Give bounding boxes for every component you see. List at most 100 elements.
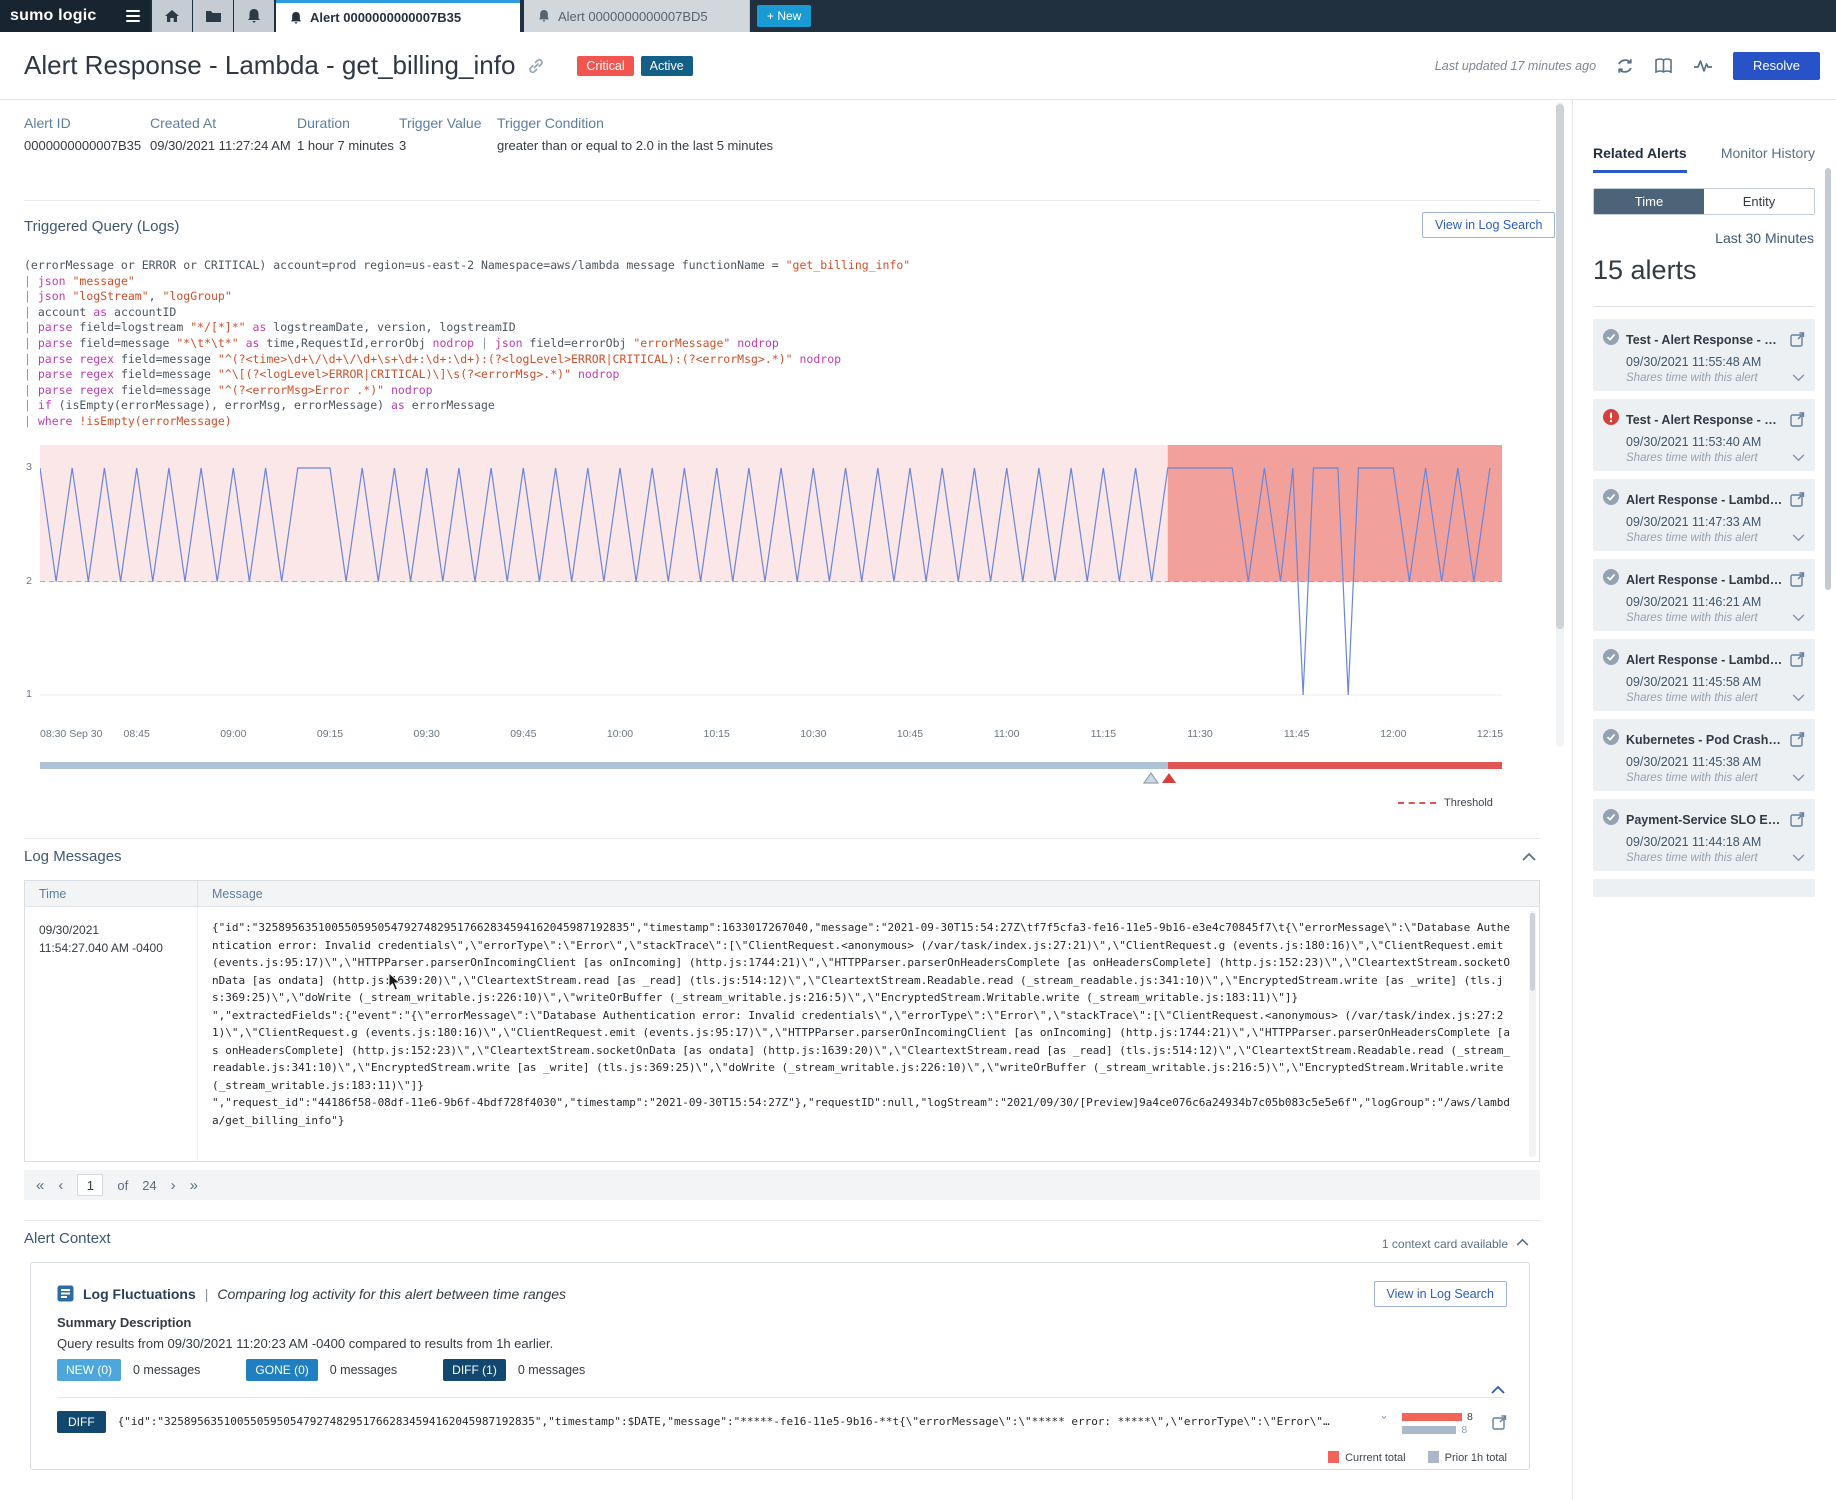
mouse-cursor xyxy=(388,972,401,991)
open-alert-icon[interactable] xyxy=(1790,732,1805,747)
time-range-slider[interactable] xyxy=(40,762,1502,769)
tab-monitor-history[interactable]: Monitor History xyxy=(1721,145,1815,173)
diff-bar-chart: 8 8 xyxy=(1402,1411,1480,1437)
pagination-bar: « ‹ 1 of 24 › » xyxy=(24,1170,1540,1200)
related-alert-note: Shares time with this alert xyxy=(1626,612,1792,624)
related-alert-note: Shares time with this alert xyxy=(1626,452,1792,464)
log-message-part: ","request_id":"44186f58-08df-11e6-9b6f-… xyxy=(212,1094,1515,1129)
related-alert-card-partial[interactable] xyxy=(1593,879,1815,897)
notifications-button[interactable] xyxy=(234,0,274,32)
tab-alert-7bd5[interactable]: Alert 0000000000007BD5 xyxy=(524,0,750,32)
export-diff-icon[interactable] xyxy=(1492,1415,1507,1430)
open-alert-icon[interactable] xyxy=(1790,812,1805,827)
resolve-button[interactable]: Resolve xyxy=(1733,52,1820,80)
next-page-button[interactable]: › xyxy=(171,1177,176,1194)
table-scrollbar[interactable] xyxy=(1529,911,1536,1157)
chevron-down-icon[interactable] xyxy=(1792,854,1805,862)
prev-page-button[interactable]: ‹ xyxy=(58,1177,63,1194)
last-page-button[interactable]: » xyxy=(190,1177,198,1194)
collapse-counters-icon[interactable] xyxy=(1491,1385,1505,1394)
severity-badge: Critical xyxy=(577,56,633,76)
check-circle-icon xyxy=(1603,729,1619,750)
chevron-down-icon[interactable] xyxy=(1792,694,1805,702)
open-alert-icon[interactable] xyxy=(1790,652,1805,667)
related-alert-card[interactable]: Payment-Service SLO Error >... 09/30/202… xyxy=(1593,799,1815,871)
view-in-log-search-button[interactable]: View in Log Search xyxy=(1422,212,1555,238)
activity-icon[interactable] xyxy=(1693,58,1713,74)
column-header-time[interactable]: Time xyxy=(25,881,198,906)
range-start-marker[interactable] xyxy=(1143,772,1159,784)
log-time-cell: 09/30/2021 11:54:27.040 AM -0400 xyxy=(25,907,198,1161)
query-line: | parse regex field=message "^(?<errorMs… xyxy=(24,383,1524,399)
total-pages: 24 xyxy=(142,1178,156,1193)
related-alert-card[interactable]: Kubernetes - Pod Crash Loop... 09/30/202… xyxy=(1593,719,1815,791)
x-tick-label: 11:45 xyxy=(1284,728,1310,740)
x-tick-label: 11:30 xyxy=(1187,728,1213,740)
open-alert-icon[interactable] xyxy=(1790,572,1805,587)
chevron-down-icon[interactable] xyxy=(1792,614,1805,622)
sidebar-scrollbar[interactable] xyxy=(1825,168,1831,590)
toggle-entity[interactable]: Entity xyxy=(1704,189,1814,214)
related-alert-card[interactable]: Alert Response - Lambda - b... 09/30/202… xyxy=(1593,559,1815,631)
tab-related-alerts[interactable]: Related Alerts xyxy=(1593,145,1687,173)
counter-text: 0 messages xyxy=(518,1363,585,1377)
column-header-message[interactable]: Message xyxy=(198,887,1539,901)
open-alert-icon[interactable] xyxy=(1790,332,1805,347)
first-page-button[interactable]: « xyxy=(36,1177,44,1194)
context-availability-text: 1 context card available xyxy=(1350,1237,1508,1251)
chevron-down-icon[interactable] xyxy=(1792,534,1805,542)
library-button[interactable] xyxy=(193,0,233,32)
error-circle-icon xyxy=(1603,409,1619,430)
detail-field: Trigger Conditiongreater than or equal t… xyxy=(497,115,773,153)
detail-value: 3 xyxy=(399,138,497,153)
view-in-log-search-button[interactable]: View in Log Search xyxy=(1374,1281,1507,1307)
query-line: (errorMessage or ERROR or CRITICAL) acco… xyxy=(24,258,1524,274)
counter-badge: NEW (0) xyxy=(57,1359,121,1381)
of-label: of xyxy=(117,1178,128,1193)
x-tick-label: 12:15 xyxy=(1477,728,1503,740)
tab-alert-7b35[interactable]: Alert 0000000000007B35 xyxy=(276,0,520,32)
trigger-marker[interactable] xyxy=(1161,772,1177,784)
collapse-section-icon[interactable] xyxy=(1522,852,1536,861)
query-code[interactable]: (errorMessage or ERROR or CRITICAL) acco… xyxy=(24,258,1524,430)
related-alert-card[interactable]: Alert Response - Lambda - af... 09/30/20… xyxy=(1593,479,1815,551)
query-line: | json "message" xyxy=(24,274,1524,290)
related-alert-time: 09/30/2021 11:44:18 AM xyxy=(1626,835,1805,849)
x-tick-label: 11:15 xyxy=(1091,728,1117,740)
hamburger-menu-icon[interactable] xyxy=(126,10,140,22)
card-title: Log Fluctuations xyxy=(83,1286,196,1302)
bell-icon xyxy=(538,9,550,23)
card-type-icon xyxy=(57,1285,74,1302)
related-alert-card[interactable]: Alert Response - Lambda - af... 09/30/20… xyxy=(1593,639,1815,711)
x-tick-label: 08:45 xyxy=(124,728,150,740)
trigger-chart[interactable] xyxy=(40,445,1502,723)
main-scrollbar-thumb[interactable] xyxy=(1556,104,1564,629)
counter-badge: GONE (0) xyxy=(246,1359,317,1381)
chevron-down-icon[interactable] xyxy=(1792,774,1805,782)
open-alert-icon[interactable] xyxy=(1790,492,1805,507)
related-alert-time: 09/30/2021 11:47:33 AM xyxy=(1626,515,1805,529)
log-message-part: {"id":"325895635100550595054792748295176… xyxy=(212,919,1515,1007)
chevron-down-icon[interactable] xyxy=(1792,454,1805,462)
link-icon[interactable] xyxy=(527,57,545,75)
x-tick-label: 09:30 xyxy=(414,728,440,740)
home-button[interactable] xyxy=(152,0,192,32)
playbook-icon[interactable] xyxy=(1654,58,1673,74)
query-line: | account as accountID xyxy=(24,305,1524,321)
check-circle-icon xyxy=(1603,649,1619,670)
detail-value: 1 hour 7 minutes xyxy=(297,138,399,153)
page-number-box[interactable]: 1 xyxy=(77,1174,103,1196)
refresh-icon[interactable] xyxy=(1616,57,1634,75)
chevron-down-icon[interactable] xyxy=(1792,374,1805,382)
toggle-time[interactable]: Time xyxy=(1594,189,1704,214)
related-alert-note: Shares time with this alert xyxy=(1626,532,1792,544)
table-row[interactable]: 09/30/2021 11:54:27.040 AM -0400 {"id":"… xyxy=(25,907,1539,1161)
expand-diff-icon[interactable] xyxy=(1378,1411,1390,1419)
detail-value: greater than or equal to 2.0 in the last… xyxy=(497,138,773,153)
collapse-section-icon[interactable] xyxy=(1516,1238,1529,1246)
new-tab-button[interactable]: + New xyxy=(757,5,811,27)
related-alert-card[interactable]: Test - Alert Response - Lamb... 09/30/20… xyxy=(1593,319,1815,391)
related-alert-card[interactable]: Test - Alert Response - E2E 09/30/2021 1… xyxy=(1593,399,1815,471)
log-message-part: ","extractedFields":{"event":"{\"errorMe… xyxy=(212,1007,1515,1095)
open-alert-icon[interactable] xyxy=(1790,412,1805,427)
